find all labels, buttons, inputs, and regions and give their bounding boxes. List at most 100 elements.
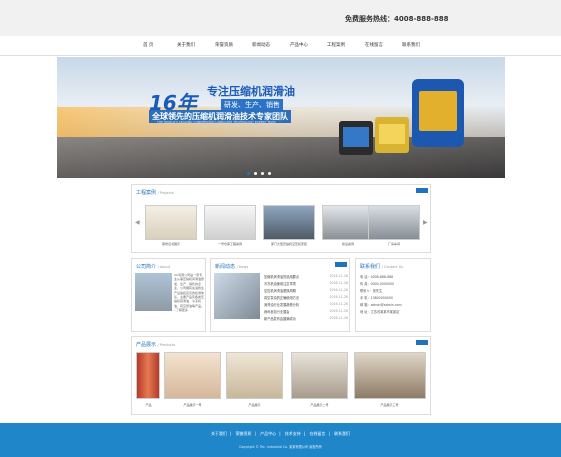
nav-item-products[interactable]: 产品中心	[290, 42, 308, 48]
footer-link[interactable]: 产品中心	[260, 431, 276, 436]
news-item-title: 我司参加行业展会	[264, 310, 290, 314]
product-caption: 产品展示	[248, 403, 261, 407]
news-item[interactable]: 冷冻机油使用注意事项 2016-11-26	[264, 281, 348, 286]
contact-title: 联系我们 / Contact Us	[360, 263, 403, 270]
nav-item-news[interactable]: 新闻动态	[252, 42, 270, 48]
news-item[interactable]: 空压机润滑油更换周期 2016-11-26	[264, 288, 348, 293]
product-image[interactable]	[226, 352, 283, 399]
contact-email: 邮 箱：admin@admin.com	[360, 303, 402, 307]
product-caption: 产品展示二号	[310, 403, 329, 407]
contact-person: 联系人：张先生	[360, 289, 383, 293]
more-tag[interactable]	[416, 340, 428, 345]
news-item-date: 2016-11-26	[329, 309, 348, 313]
news-section: 新闻动态 / News 压缩机润滑油的选用要点 2016-11-26 冷冻机油使用…	[210, 258, 350, 332]
footer-link[interactable]: 关于我们	[211, 431, 227, 436]
contact-title-text: 联系我们	[360, 264, 381, 270]
news-item[interactable]: 压缩机润滑油的选用要点 2016-11-26	[264, 274, 348, 279]
news-item-title: 真空泵油的正确使用方法	[264, 296, 300, 300]
news-item-date: 2016-11-26	[329, 274, 348, 278]
product-image[interactable]	[136, 352, 160, 399]
case-caption: 荣誉证书展示	[161, 242, 180, 246]
case-caption: 建设案例	[341, 242, 354, 246]
product-image[interactable]	[291, 352, 348, 399]
case-thumb-workshop[interactable]	[368, 205, 420, 240]
product-image[interactable]	[164, 352, 221, 399]
case-thumb-construction[interactable]	[322, 205, 374, 240]
case-thumb-certificate[interactable]	[145, 205, 197, 240]
news-handshake-photo	[214, 273, 260, 319]
news-item-date: 2016-11-26	[329, 281, 348, 285]
contact-address: 地 址：江苏省某某市某某区	[360, 310, 400, 314]
about-section: 公司简介 / About XX有限公司是一家专业从事压缩机润滑油研发、生产、销售…	[131, 258, 206, 332]
footer-link[interactable]: 荣誉资质	[236, 431, 252, 436]
about-title-en: / About	[157, 265, 171, 269]
news-item[interactable]: 润滑油行业发展趋势分析 2016-11-26	[264, 302, 348, 307]
banner-dot[interactable]	[261, 172, 264, 175]
products-section: 产品展示 / Products 产品 产品展示一号 产品展示 产品展示二号 产品…	[131, 336, 431, 415]
banner-dot[interactable]	[247, 172, 250, 175]
case-thumb-warehouse[interactable]	[204, 205, 256, 240]
case-caption: 一号仓库工程案例	[217, 242, 242, 246]
main-nav: 首 页 关于我们 荣誉资质 新闻动态 产品中心 工程案例 在线留言 联系我们	[0, 36, 561, 56]
oil-bucket-yellow-label	[379, 124, 405, 144]
news-item-title: 新产品发布会圆满成功	[264, 317, 296, 321]
service-hotline: 免费服务热线：4008-888-888	[345, 15, 449, 23]
hero-banner[interactable]: 16年 专注压缩机润滑油 研发、生产、销售 全球领先的压缩机润滑油技术专家团队 …	[57, 57, 505, 178]
banner-slogan-main: 专注压缩机润滑油	[207, 85, 295, 98]
products-title-text: 产品展示	[136, 342, 157, 348]
nav-item-about[interactable]: 关于我们	[177, 42, 195, 48]
product-caption: 产品展示三号	[380, 403, 399, 407]
footer-copyright: Copyright © Tec. Industrial Co. 某某有限公司 版…	[239, 445, 322, 449]
news-item[interactable]: 真空泵油的正确使用方法 2016-11-26	[264, 295, 348, 300]
news-item-date: 2016-11-26	[329, 316, 348, 320]
footer-link[interactable]: 技术支持	[285, 431, 301, 436]
news-item-title: 空压机润滑油更换周期	[264, 289, 296, 293]
cases-title-text: 工程案例	[136, 190, 157, 196]
product-caption: 产品展示一号	[183, 403, 202, 407]
chevron-left-icon[interactable]: ◀	[135, 219, 140, 226]
banner-dot[interactable]	[254, 172, 257, 175]
products-title: 产品展示 / Products	[136, 341, 175, 348]
contact-section: 联系我们 / Contact Us 电 话：4008-888-888 传 真：0…	[355, 258, 431, 332]
case-caption: 厂房车间	[387, 242, 400, 246]
news-item-title: 压缩机润滑油的选用要点	[264, 275, 300, 279]
news-item-date: 2016-11-26	[329, 302, 348, 306]
nav-item-honors[interactable]: 荣誉资质	[215, 42, 233, 48]
contact-mobile: 手 机：13800000000	[360, 296, 393, 300]
nav-item-home[interactable]: 首 页	[143, 42, 153, 48]
news-item-date: 2016-11-26	[329, 288, 348, 292]
case-caption: 厦门大型压缩机空压机安装	[270, 242, 307, 246]
news-item-title: 润滑油行业发展趋势分析	[264, 303, 300, 307]
chevron-right-icon[interactable]: ▶	[423, 219, 428, 226]
cases-title: 工程案例 / Projects	[136, 189, 174, 196]
nav-item-contact[interactable]: 联系我们	[402, 42, 420, 48]
product-image[interactable]	[354, 352, 426, 399]
banner-pagination	[245, 171, 273, 176]
news-title-en: / News	[236, 265, 249, 269]
about-title-text: 公司简介	[136, 264, 157, 270]
banner-dot[interactable]	[268, 172, 271, 175]
top-bar: 免费服务热线：4008-888-888	[0, 0, 561, 36]
about-text: XX有限公司是一家专业从事压缩机润滑油研发、生产、销售的企业，公司拥有先进的生产…	[174, 273, 205, 313]
about-title: 公司简介 / About	[136, 263, 170, 270]
more-tag[interactable]	[335, 262, 347, 267]
footer: 关于我们 | 荣誉资质 | 产品中心 | 技术支持 | 在线留言 | 联系我们 Copyr…	[0, 423, 561, 457]
news-item[interactable]: 新产品发布会圆满成功 2016-11-26	[264, 316, 348, 321]
news-item-date: 2016-11-26	[329, 295, 348, 299]
news-item-title: 冷冻机油使用注意事项	[264, 282, 296, 286]
news-item[interactable]: 我司参加行业展会 2016-11-26	[264, 309, 348, 314]
case-thumb-installation[interactable]	[263, 205, 315, 240]
contact-phone: 电 话：4008-888-888	[360, 275, 394, 279]
oil-jug-label	[419, 91, 457, 131]
news-title: 新闻动态 / News	[215, 263, 248, 270]
footer-link[interactable]: 在线留言	[309, 431, 325, 436]
footer-link[interactable]: 联系我们	[334, 431, 350, 436]
nav-item-message[interactable]: 在线留言	[365, 42, 383, 48]
more-tag[interactable]	[416, 188, 428, 193]
banner-slogan-en: THE WORLD'S LEADING COMPRESSOR LUBRICANT…	[157, 120, 276, 124]
news-title-text: 新闻动态	[215, 264, 236, 270]
nav-item-cases[interactable]: 工程案例	[327, 42, 345, 48]
contact-title-en: / Contact Us	[381, 265, 404, 269]
cases-title-en: / Projects	[157, 191, 174, 195]
footer-links: 关于我们 | 荣誉资质 | 产品中心 | 技术支持 | 在线留言 | 联系我们	[210, 431, 351, 436]
